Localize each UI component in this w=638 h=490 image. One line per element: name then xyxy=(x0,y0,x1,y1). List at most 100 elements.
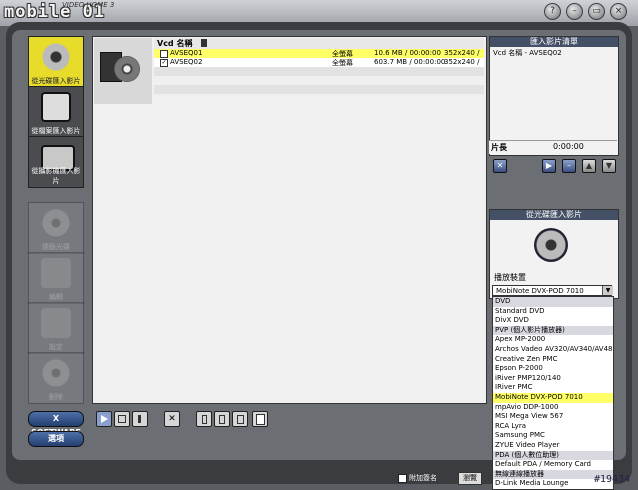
dropdown-option[interactable]: Epson P-2000 xyxy=(493,364,613,374)
stop-button[interactable] xyxy=(114,411,130,427)
sidebar-item-delete[interactable]: 刪除 xyxy=(28,352,84,404)
dropdown-option[interactable]: Standard DVD xyxy=(493,307,613,317)
sidebar-item-label: 設定 xyxy=(49,343,63,351)
table-row[interactable]: AVSEQ01 全螢幕 10.6 MB / 00:00:00 352x240 / xyxy=(154,49,484,58)
column-resize-icon[interactable] xyxy=(201,39,207,47)
x-software-button[interactable]: X SOFTWARE xyxy=(28,411,84,437)
chevron-down-icon[interactable]: ▼ xyxy=(602,286,613,295)
import-list-title: 匯入影片清單 xyxy=(490,37,618,47)
dropdown-option[interactable]: Archos Vadeo AV320/AV340/AV480 xyxy=(493,345,613,355)
pause-button[interactable] xyxy=(132,411,148,427)
move-up-button[interactable]: ▲ xyxy=(582,159,596,173)
dropdown-option[interactable]: RCA Lyra xyxy=(493,422,613,432)
sidebar-item-label: 編輯 xyxy=(49,293,63,301)
row-checkbox-checked[interactable]: ✓ xyxy=(160,59,168,67)
disc-icon xyxy=(114,56,140,82)
pause-icon xyxy=(138,415,141,423)
view-mode-3-button[interactable] xyxy=(232,411,248,427)
sidebar-item-label: 從光碟匯入影片 xyxy=(31,77,81,85)
watermark-id: #19434 xyxy=(594,474,631,485)
view-icon xyxy=(202,415,207,424)
view-mode-1-button[interactable] xyxy=(196,411,212,427)
view-icon xyxy=(219,415,225,424)
disc-import-title: 從光碟匯入影片 xyxy=(490,210,618,220)
sidebar-item-burn-disc[interactable]: 燒錄光碟 xyxy=(28,202,84,254)
row-name: AVSEQ02 xyxy=(170,58,203,66)
sidebar-item-label: 從檔案匯入影片 xyxy=(31,127,81,135)
sidebar-item-import-file[interactable]: 從檔案匯入影片 xyxy=(28,86,84,138)
dropdown-option[interactable]: Samsung PMC xyxy=(493,431,613,441)
dropdown-option[interactable]: mpAvio DDP-1000 xyxy=(493,403,613,413)
dropdown-group-header: PVP (個人影片播放器) xyxy=(493,325,613,336)
row-size: 10.6 MB / 00:00:00 xyxy=(374,49,441,57)
device-select[interactable]: MobiNote DVX-POD 7010 xyxy=(492,285,612,296)
move-down-button[interactable]: ▼ xyxy=(602,159,616,173)
sidebar-item-label: 燒錄光碟 xyxy=(42,243,70,251)
row-resolution: 352x240 / xyxy=(444,58,480,66)
view-mode-4-button[interactable] xyxy=(252,411,268,427)
x-icon: ✕ xyxy=(168,414,176,424)
empty-row xyxy=(154,85,484,94)
sidebar-item-edit[interactable]: 編輯 xyxy=(28,252,84,304)
play-icon xyxy=(101,415,108,423)
row-size: 603.7 MB / 00:00:00 xyxy=(374,58,446,66)
burn-disc-icon xyxy=(41,208,71,238)
dropdown-group-header: PDA (個人數位助理) xyxy=(493,450,613,461)
sidebar-item-settings[interactable]: 設定 xyxy=(28,302,84,354)
edit-icon xyxy=(41,258,71,288)
import-list-panel: 匯入影片清單 Vcd 名稱 - AVSEQ02 xyxy=(489,36,619,156)
help-button[interactable]: ? xyxy=(544,3,561,20)
signature-checkbox[interactable] xyxy=(398,474,407,483)
maximize-button[interactable]: ▭ xyxy=(588,3,605,20)
sidebar-item-label: 刪除 xyxy=(49,393,63,401)
delete-disc-icon xyxy=(41,358,71,388)
arrow-up-icon: ▲ xyxy=(585,161,593,170)
device-dropdown-list: DVD Standard DVD DivX DVD PVP (個人影片播放器) Apex… xyxy=(492,296,614,490)
dropdown-option[interactable]: ZYUE Video Player xyxy=(493,441,613,451)
duration-bar: 片長 0:00:00 xyxy=(489,140,617,154)
column-header-name[interactable]: Vcd 名稱 xyxy=(157,38,192,49)
minimize-button[interactable]: – xyxy=(566,3,583,20)
arrow-down-icon: ▼ xyxy=(605,161,613,170)
dropdown-option[interactable]: iRiver PMP120/140 xyxy=(493,374,613,384)
table-row[interactable]: ✓ AVSEQ02 全螢幕 603.7 MB / 00:00:00 352x24… xyxy=(154,58,484,67)
dropdown-option[interactable]: Apex MP-2000 xyxy=(493,335,613,345)
settings-icon xyxy=(41,308,71,338)
dropdown-option[interactable]: IRiver PMC xyxy=(493,383,613,393)
signature-checkbox-label: 附加簽名 xyxy=(409,474,437,482)
stop-icon xyxy=(118,415,126,423)
row-resolution: 352x240 / xyxy=(444,49,480,57)
duration-value: 0:00:00 xyxy=(553,142,584,151)
sidebar-item-import-disc[interactable]: 從光碟匯入影片 xyxy=(28,36,84,88)
sidebar-item-label: 從攝影機匯入影片 xyxy=(31,167,81,185)
view-mode-2-button[interactable] xyxy=(214,411,230,427)
empty-row xyxy=(154,67,484,76)
disc-mascot-icon xyxy=(41,42,71,72)
play-button[interactable] xyxy=(96,411,112,427)
app-subtitle: VIDEO HOME 3 xyxy=(62,1,115,9)
row-name: AVSEQ01 xyxy=(170,49,203,57)
view-icon xyxy=(237,415,244,424)
minus-icon: – xyxy=(567,161,571,170)
dropdown-option[interactable]: MobiNote DVX-POD 7010 xyxy=(493,393,613,403)
sidebar-item-import-camera[interactable]: 從攝影機匯入影片 xyxy=(28,136,84,188)
row-checkbox[interactable] xyxy=(160,50,168,58)
import-list-item[interactable]: Vcd 名稱 - AVSEQ02 xyxy=(493,48,562,58)
duration-label: 片長 xyxy=(491,143,507,152)
dropdown-option[interactable]: Default PDA / Memory Card xyxy=(493,460,613,470)
play-icon: ▶ xyxy=(545,161,553,170)
options-button[interactable]: 選項 xyxy=(28,431,84,447)
dropdown-group-header: DVD xyxy=(493,297,613,307)
view-icon xyxy=(256,414,265,425)
disc-mascot-icon xyxy=(534,228,568,262)
dropdown-option[interactable]: MSI Mega View 567 xyxy=(493,412,613,422)
device-label: 播放裝置 xyxy=(494,273,526,282)
dropdown-option[interactable]: Creative Zen PMC xyxy=(493,355,613,365)
close-button[interactable]: × xyxy=(610,3,627,20)
browse-button[interactable]: 瀏覽 xyxy=(458,472,482,485)
preview-button[interactable]: ▶ xyxy=(542,159,556,173)
remove-button[interactable]: ✕ xyxy=(164,411,180,427)
clear-list-button[interactable]: ✕ xyxy=(493,159,507,173)
remove-item-button[interactable]: – xyxy=(562,159,576,173)
dropdown-option[interactable]: DivX DVD xyxy=(493,316,613,326)
